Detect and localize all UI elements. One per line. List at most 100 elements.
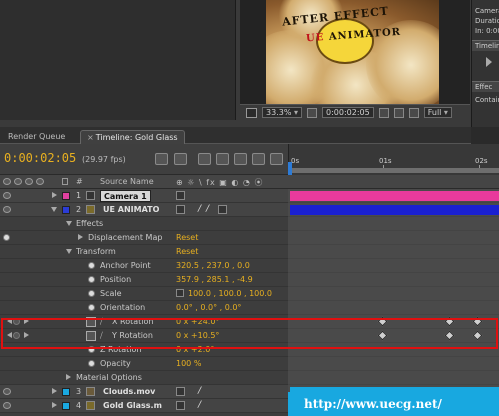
scale-row[interactable]: Scale 100.0 , 100.0 , 100.0: [0, 287, 288, 301]
visibility-eye-icon[interactable]: [3, 402, 11, 409]
composition-viewer[interactable]: AFTER EFFECT UE ANIMATOR: [240, 0, 470, 104]
switch-box[interactable]: [176, 205, 185, 214]
keyframe-diamond[interactable]: [472, 330, 483, 341]
layer-name[interactable]: Clouds.mov: [100, 386, 158, 398]
visibility-eye-icon[interactable]: [3, 388, 11, 395]
twirl-closed-icon[interactable]: [52, 192, 57, 198]
z-rotation-row[interactable]: Z Rotation 0 x +2.0°: [0, 343, 288, 357]
stopwatch-icon[interactable]: [88, 276, 95, 283]
transform-group-row[interactable]: Transform Reset: [0, 245, 288, 259]
layer-name[interactable]: Camera 1: [100, 190, 151, 202]
time-ruler[interactable]: 0s 01s 02s: [288, 144, 499, 175]
prev-keyframe-icon[interactable]: [7, 318, 12, 324]
title-safe-icon[interactable]: [306, 107, 317, 118]
x-rotation-row[interactable]: ⧸ X Rotation 0 x +24.0°: [0, 315, 288, 329]
twirl-closed-icon[interactable]: [66, 374, 71, 380]
keyframe-diamond[interactable]: [377, 330, 388, 341]
layer-row-ue-animato[interactable]: 2 UE ANIMATO / /: [0, 203, 288, 217]
current-time-display[interactable]: 0:00:02:05: [4, 151, 76, 165]
comp-mini-flowchart-icon[interactable]: [155, 153, 168, 165]
x-rotation-value[interactable]: 0 x +24.0°: [176, 317, 219, 326]
show-snapshot-icon[interactable]: [393, 107, 404, 118]
column-source-name[interactable]: Source Name: [100, 177, 154, 186]
position-value[interactable]: 357.9 , 285.1 , -4.9: [176, 275, 253, 284]
stopwatch-icon[interactable]: [88, 304, 95, 311]
prev-keyframe-icon[interactable]: [7, 332, 12, 338]
opacity-row[interactable]: Opacity 100 %: [0, 357, 288, 371]
displacement-map-row[interactable]: Displacement Map Reset: [0, 231, 288, 245]
effects-group-row[interactable]: Effects: [0, 217, 288, 231]
work-area-bar[interactable]: [289, 168, 499, 173]
stopwatch-icon[interactable]: [88, 346, 95, 353]
constrain-link-icon[interactable]: [176, 289, 184, 297]
hide-shy-layers-icon[interactable]: [216, 153, 229, 165]
draft-3d-icon[interactable]: [198, 153, 211, 165]
material-options-row[interactable]: Material Options: [0, 371, 288, 385]
lane-camera[interactable]: [288, 189, 499, 203]
visibility-eye-icon[interactable]: [3, 206, 11, 213]
always-preview-icon[interactable]: [246, 107, 257, 118]
next-keyframe-icon[interactable]: [24, 318, 29, 324]
add-keyframe-icon[interactable]: [13, 332, 20, 339]
stopwatch-icon[interactable]: [88, 360, 95, 367]
twirl-open-icon[interactable]: [66, 221, 72, 226]
keyframe-diamond[interactable]: [472, 316, 483, 327]
keyframe-diamond[interactable]: [444, 316, 455, 327]
opacity-value[interactable]: 100 %: [176, 359, 201, 368]
label-color-swatch[interactable]: [62, 192, 70, 200]
twirl-closed-icon[interactable]: [52, 402, 57, 408]
layer-name[interactable]: UE ANIMATO: [100, 204, 162, 216]
keyframe-diamond[interactable]: [444, 330, 455, 341]
stopwatch-icon[interactable]: [88, 262, 95, 269]
orientation-row[interactable]: Orientation 0.0° , 0.0° , 0.0°: [0, 301, 288, 315]
viewer-timecode[interactable]: 0:00:02:05: [321, 107, 374, 118]
snapshot-icon[interactable]: [378, 107, 389, 118]
anchor-point-value[interactable]: 320.5 , 237.0 , 0.0: [176, 261, 250, 270]
layer-row-camera[interactable]: 1 Camera 1: [0, 189, 288, 203]
motion-blur-icon[interactable]: [252, 153, 265, 165]
transform-reset-link[interactable]: Reset: [176, 247, 198, 256]
y-rotation-value[interactable]: 0 x +10.5°: [176, 331, 219, 340]
layer-row-gold-glass[interactable]: 4 Gold Glass.m /: [0, 399, 288, 413]
quality-switch-icon[interactable]: /: [198, 386, 201, 396]
tab-timeline-gold-glass[interactable]: × Timeline: Gold Glass: [80, 130, 185, 144]
visibility-eye-icon[interactable]: [3, 192, 11, 199]
quality-switch-icon[interactable]: /: [198, 400, 201, 410]
layer-bar-ue-animato[interactable]: [290, 205, 499, 215]
graph-editor-icon[interactable]: [270, 153, 283, 165]
z-rotation-value[interactable]: 0 x +2.0°: [176, 345, 214, 354]
keyframe-diamond[interactable]: [377, 316, 388, 327]
anchor-point-row[interactable]: Anchor Point 320.5 , 237.0 , 0.0: [0, 259, 288, 273]
tab-effects[interactable]: Effec: [472, 81, 499, 92]
position-row[interactable]: Position 357.9 , 285.1 , -4.9: [0, 273, 288, 287]
twirl-closed-icon[interactable]: [52, 388, 57, 394]
layer-name[interactable]: Gold Glass.m: [100, 400, 165, 412]
switch-box[interactable]: [176, 387, 185, 396]
twirl-open-icon[interactable]: [66, 249, 72, 254]
3d-layer-switch[interactable]: [218, 205, 227, 214]
live-update-icon[interactable]: [174, 153, 187, 165]
lane-ue-animato[interactable]: [288, 203, 499, 217]
layer-bar-camera[interactable]: [290, 191, 499, 201]
y-rotation-row[interactable]: ⧸ Y Rotation 0 x +10.5°: [0, 329, 288, 343]
stopwatch-active-icon[interactable]: [86, 317, 96, 327]
twirl-open-icon[interactable]: [51, 207, 57, 212]
twirl-closed-icon[interactable]: [78, 234, 83, 240]
playhead[interactable]: [288, 162, 292, 175]
effect-switch-icon[interactable]: /: [206, 204, 209, 214]
play-arrow-icon[interactable]: [486, 57, 492, 67]
switch-box[interactable]: [176, 401, 185, 410]
stopwatch-active-icon[interactable]: [86, 331, 96, 341]
label-color-swatch[interactable]: [62, 206, 70, 214]
quality-switch-icon[interactable]: /: [198, 204, 201, 214]
layer-row-clouds[interactable]: 3 Clouds.mov /: [0, 385, 288, 399]
switch-box[interactable]: [176, 191, 185, 200]
next-keyframe-icon[interactable]: [24, 332, 29, 338]
stopwatch-icon[interactable]: [88, 290, 95, 297]
zoom-dropdown[interactable]: 33.3%: [262, 107, 302, 118]
scale-value[interactable]: 100.0 , 100.0 , 100.0: [188, 289, 272, 298]
resolution-dropdown[interactable]: Full: [423, 107, 452, 118]
close-tab-icon[interactable]: ×: [87, 133, 94, 142]
label-color-swatch[interactable]: [62, 402, 70, 410]
add-keyframe-icon[interactable]: [13, 318, 20, 325]
